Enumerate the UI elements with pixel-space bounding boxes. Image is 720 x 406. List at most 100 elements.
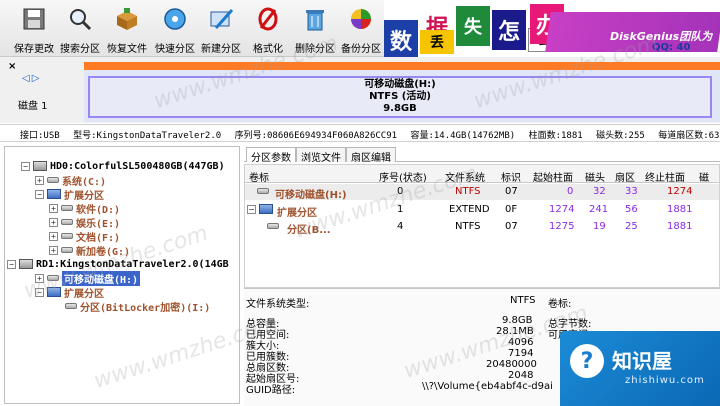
format-button[interactable]: 格式化 bbox=[253, 4, 283, 55]
col-header-head[interactable]: 磁头 bbox=[585, 169, 605, 184]
tree-node-software-d[interactable]: + 软件(D:) bbox=[49, 201, 120, 216]
expand-icon[interactable]: + bbox=[49, 245, 58, 255]
volume-icon bbox=[267, 221, 282, 232]
save-icon bbox=[21, 6, 47, 32]
disk-cylinders: 柱面数:1881 bbox=[528, 131, 583, 141]
cell-start-cyl: 1274 bbox=[549, 204, 575, 215]
cell-head: 32 bbox=[593, 186, 606, 197]
cell-head: 241 bbox=[589, 204, 609, 215]
volume-icon bbox=[61, 233, 73, 239]
tree-node-entertainment-e[interactable]: + 娱乐(E:) bbox=[49, 215, 120, 230]
expand-icon[interactable]: + bbox=[35, 273, 44, 283]
recover-files-button[interactable]: 恢复文件 bbox=[107, 4, 147, 55]
disk-label: 磁盘 1 bbox=[18, 101, 48, 112]
cell-start-cyl: 1275 bbox=[549, 221, 575, 232]
tree-node-label: 可移动磁盘(H:) bbox=[62, 270, 141, 286]
disk-model: 型号:KingstonDataTraveler2.0 bbox=[73, 131, 222, 141]
collapse-icon[interactable]: − bbox=[7, 259, 16, 269]
cell-seq: 1 bbox=[397, 204, 404, 215]
tree-node-label: 扩展分区 bbox=[64, 288, 104, 300]
delete-partition-button[interactable]: 删除分区 bbox=[295, 4, 335, 55]
cell-id: 07 bbox=[505, 186, 518, 197]
table-row[interactable]: 分区(B... 4 NTFS 07 1275 19 25 1881 bbox=[245, 219, 719, 236]
collapse-icon[interactable]: − bbox=[35, 287, 44, 297]
trash-icon bbox=[302, 6, 328, 32]
table-row[interactable]: − 扩展分区 1 EXTEND 0F 1274 241 56 1881 bbox=[245, 202, 719, 219]
volume-icon bbox=[61, 205, 73, 211]
tree-node-removable-h[interactable]: + 可移动磁盘(H:) bbox=[35, 270, 141, 286]
tab-partition-params[interactable]: 分区参数 bbox=[246, 147, 296, 164]
tree-node-bitlocker-i[interactable]: 分区(BitLocker加密)(I:) bbox=[65, 299, 211, 314]
detail-label: GUID路径: bbox=[246, 385, 296, 396]
tab-browse-files[interactable]: 浏览文件 bbox=[296, 147, 346, 164]
col-header-fs[interactable]: 文件系统 bbox=[445, 169, 485, 184]
expand-icon[interactable]: + bbox=[49, 217, 58, 227]
tab-sector-editor[interactable]: 扇区编辑 bbox=[346, 147, 396, 164]
tree-node-label: 分区(BitLocker加密)(I:) bbox=[80, 302, 211, 314]
col-header-seq[interactable]: 序号(状态) bbox=[379, 169, 427, 184]
cell-seq: 4 bbox=[397, 221, 404, 232]
expand-icon[interactable]: + bbox=[35, 175, 44, 185]
tab-bar: 分区参数 浏览文件 扇区编辑 bbox=[244, 146, 720, 164]
detail-value: 20480000 bbox=[486, 359, 537, 370]
tree-node-label: HD0:ColorfulSL500480GB(447GB) bbox=[50, 160, 225, 172]
expand-icon[interactable]: + bbox=[49, 231, 58, 241]
col-header-end-cyl[interactable]: 终止柱面 bbox=[645, 169, 685, 184]
col-header-id[interactable]: 标识 bbox=[501, 169, 521, 184]
detail-value: 2048 bbox=[508, 370, 534, 381]
partition-map-selected[interactable]: 可移动磁盘(H:) NTFS (活动) 9.8GB bbox=[88, 76, 712, 118]
tree-node-system-c[interactable]: + 系统(C:) bbox=[35, 173, 106, 188]
tree-node-extended[interactable]: − 扩展分区 bbox=[35, 187, 104, 202]
usb-disk-icon bbox=[19, 259, 33, 269]
box-icon bbox=[114, 6, 140, 32]
col-header-more[interactable]: 磁 bbox=[699, 169, 709, 184]
disk-serial: 序列号:08606E694934F060A826CC91 bbox=[234, 131, 398, 141]
cell-id: 0F bbox=[505, 204, 518, 215]
backup-partition-button[interactable]: 备份分区 bbox=[341, 4, 381, 55]
banner-qq: QQ: 40 bbox=[652, 42, 691, 53]
cell-head: 19 bbox=[593, 221, 606, 232]
volume-icon bbox=[61, 247, 73, 253]
disk-nav-arrows[interactable]: ◁▷ bbox=[22, 73, 41, 84]
col-header-start-cyl[interactable]: 起始柱面 bbox=[533, 169, 573, 184]
cell-end-cyl: 1881 bbox=[667, 204, 693, 215]
tree-node-hd0[interactable]: − HD0:ColorfulSL500480GB(447GB) bbox=[21, 159, 225, 173]
volume-icon bbox=[47, 177, 59, 183]
banner-tile: 丢 bbox=[420, 30, 454, 54]
save-changes-button[interactable]: 保存更改 bbox=[14, 4, 54, 55]
magnifier-icon bbox=[67, 6, 93, 32]
tree-node-rd1[interactable]: − RD1:KingstonDataTraveler2.0(14GB bbox=[7, 257, 229, 271]
format-icon bbox=[255, 6, 281, 32]
tree-node-documents-f[interactable]: + 文档(F:) bbox=[49, 229, 121, 244]
banner-tile: 失 bbox=[456, 6, 490, 46]
close-icon[interactable]: × bbox=[8, 61, 16, 72]
cell-end-cyl: 1881 bbox=[667, 221, 693, 232]
disk-sectors: 每道扇区数:63 bbox=[658, 131, 720, 141]
cell-sector: 25 bbox=[625, 221, 638, 232]
disk-tree: − HD0:ColorfulSL500480GB(447GB) + 系统(C:)… bbox=[4, 146, 240, 404]
disk-interface: 接口:USB bbox=[20, 131, 60, 141]
tree-node-extended-2[interactable]: − 扩展分区 bbox=[35, 285, 104, 300]
banner-tile: 怎 bbox=[492, 10, 526, 50]
table-row[interactable]: 可移动磁盘(H:) 0 NTFS 07 0 32 33 1274 bbox=[245, 184, 719, 201]
tree-node-label: 文档(F:) bbox=[76, 232, 121, 244]
extended-partition-icon bbox=[259, 204, 276, 215]
new-partition-button[interactable]: 新建分区 bbox=[201, 4, 241, 55]
partition-map-name: 可移动磁盘(H:) bbox=[364, 79, 436, 90]
volume-icon bbox=[65, 303, 77, 309]
tree-node-new-volume-g[interactable]: + 新加卷(G:) bbox=[49, 243, 131, 258]
detail-value: 28.1MB bbox=[496, 326, 534, 337]
detail-value: 9.8GB bbox=[502, 315, 533, 326]
disk-heads: 磁头数:255 bbox=[596, 131, 645, 141]
col-header-label[interactable]: 卷标 bbox=[249, 169, 269, 184]
logo-subtitle: zhishiwu.com bbox=[625, 375, 705, 386]
expand-icon[interactable]: + bbox=[49, 203, 58, 213]
collapse-icon[interactable]: − bbox=[35, 189, 44, 199]
collapse-icon[interactable]: − bbox=[21, 161, 30, 171]
col-header-sector[interactable]: 扇区 bbox=[615, 169, 635, 184]
tree-node-label: 新加卷(G:) bbox=[76, 246, 131, 258]
search-partition-button[interactable]: 搜索分区 bbox=[60, 4, 100, 55]
quick-partition-button[interactable]: 快速分区 bbox=[155, 4, 195, 55]
cell-end-cyl: 1274 bbox=[667, 186, 693, 197]
quick-partition-icon bbox=[162, 6, 188, 32]
